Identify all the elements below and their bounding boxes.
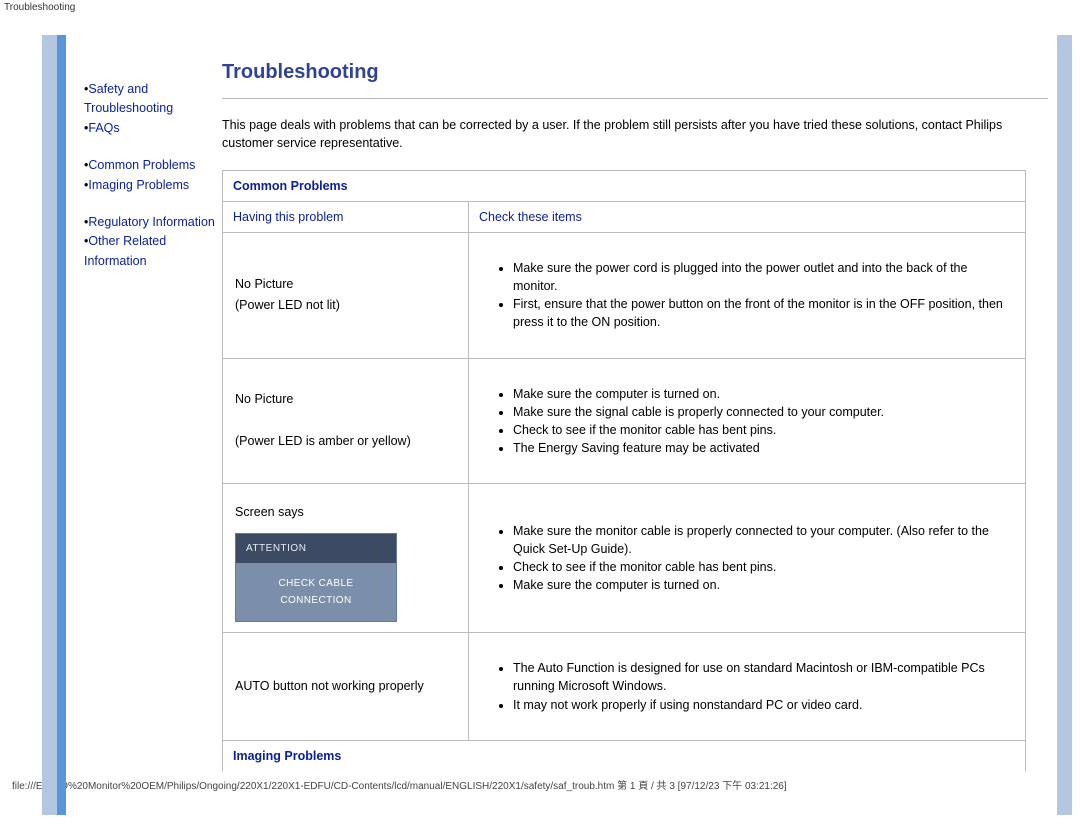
check-item: Make sure the computer is turned on. bbox=[513, 576, 1009, 594]
nav-safety-troubleshooting[interactable]: Safety and Troubleshooting bbox=[84, 82, 173, 115]
checks-cell: Make sure the monitor cable is properly … bbox=[469, 484, 1026, 633]
table-row: Screen says ATTENTION CHECK CABLE CONNEC… bbox=[223, 484, 1026, 633]
checks-cell: Make sure the power cord is plugged into… bbox=[469, 233, 1026, 359]
nav-imaging-problems[interactable]: Imaging Problems bbox=[88, 178, 189, 192]
nav-common-problems[interactable]: Common Problems bbox=[88, 158, 195, 172]
problem-line1: Screen says bbox=[235, 505, 304, 519]
problem-line2: (Power LED not lit) bbox=[235, 298, 340, 312]
top-label: Troubleshooting bbox=[0, 0, 1080, 15]
check-item: Make sure the signal cable is properly c… bbox=[513, 403, 1009, 421]
sidebar-nav: •Safety and Troubleshooting •FAQs •Commo… bbox=[12, 25, 222, 271]
check-item: Check to see if the monitor cable has be… bbox=[513, 421, 1009, 439]
problem-cell: Screen says ATTENTION CHECK CABLE CONNEC… bbox=[223, 484, 469, 633]
check-item: The Auto Function is designed for use on… bbox=[513, 659, 1009, 695]
nav-other-related[interactable]: Other Related Information bbox=[84, 234, 166, 267]
problem-line1: AUTO button not working properly bbox=[235, 679, 424, 693]
check-item: Make sure the computer is turned on. bbox=[513, 385, 1009, 403]
problem-line1: No Picture bbox=[235, 277, 293, 291]
problem-line2: (Power LED is amber or yellow) bbox=[235, 434, 411, 448]
sidebar: •Safety and Troubleshooting •FAQs •Commo… bbox=[12, 25, 222, 771]
problem-line1: No Picture bbox=[235, 392, 293, 406]
page-title: Troubleshooting bbox=[222, 61, 1056, 84]
intro-text: This page deals with problems that can b… bbox=[222, 117, 1056, 152]
checks-cell: The Auto Function is designed for use on… bbox=[469, 633, 1026, 740]
col-having-problem: Having this problem bbox=[223, 202, 469, 233]
table-row: AUTO button not working properly The Aut… bbox=[223, 633, 1026, 740]
col-check-items: Check these items bbox=[469, 202, 1026, 233]
title-divider bbox=[222, 98, 1048, 99]
check-item: Make sure the power cord is plugged into… bbox=[513, 259, 1009, 295]
problem-cell: AUTO button not working properly bbox=[223, 633, 469, 740]
attention-header: ATTENTION bbox=[236, 534, 396, 563]
check-item: It may not work properly if using nonsta… bbox=[513, 696, 1009, 714]
table-row: No Picture (Power LED not lit) Make sure… bbox=[223, 233, 1026, 359]
check-item: Check to see if the monitor cable has be… bbox=[513, 558, 1009, 576]
attention-body: CHECK CABLE CONNECTION bbox=[236, 563, 396, 621]
check-item: First, ensure that the power button on t… bbox=[513, 295, 1009, 331]
page-wrap: •Safety and Troubleshooting •FAQs •Commo… bbox=[0, 15, 1080, 771]
right-stripe bbox=[1057, 35, 1072, 815]
main-content: Troubleshooting This page deals with pro… bbox=[222, 25, 1080, 771]
problem-cell: No Picture (Power LED is amber or yellow… bbox=[223, 358, 469, 484]
footer-path: file:///E|/LCD%20Monitor%20OEM/Philips/O… bbox=[0, 771, 1080, 796]
troubleshooting-table: Common Problems Having this problem Chec… bbox=[222, 170, 1026, 771]
section-common-problems: Common Problems bbox=[223, 171, 1026, 202]
attention-box: ATTENTION CHECK CABLE CONNECTION bbox=[235, 533, 397, 622]
table-row: No Picture (Power LED is amber or yellow… bbox=[223, 358, 1026, 484]
check-item: Make sure the monitor cable is properly … bbox=[513, 522, 1009, 558]
checks-cell: Make sure the computer is turned on. Mak… bbox=[469, 358, 1026, 484]
section-imaging-problems: Imaging Problems bbox=[223, 740, 1026, 771]
nav-regulatory[interactable]: Regulatory Information bbox=[88, 215, 214, 229]
check-item: The Energy Saving feature may be activat… bbox=[513, 439, 1009, 457]
nav-faqs[interactable]: FAQs bbox=[88, 121, 119, 135]
problem-cell: No Picture (Power LED not lit) bbox=[223, 233, 469, 359]
